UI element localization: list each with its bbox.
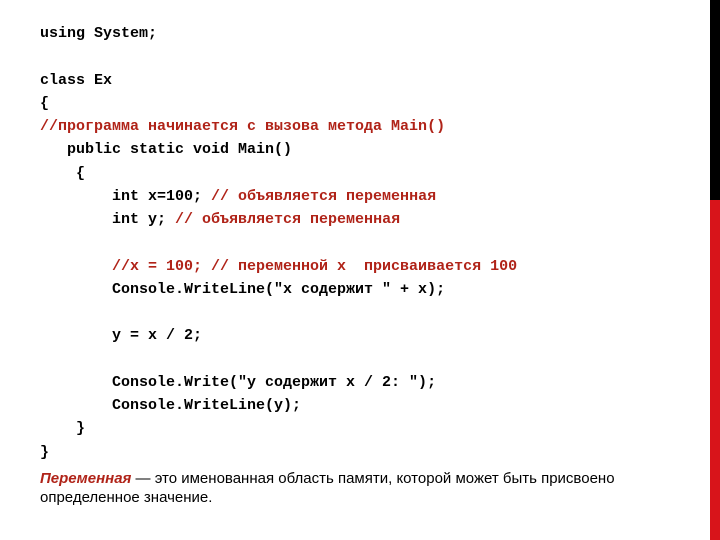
code-line: } [40,441,680,464]
code-line: y = x / 2; [40,324,680,347]
code-line: int y; // объявляется переменная [40,208,680,231]
blank-line [40,348,680,371]
code-comment: // объявляется переменная [175,211,400,228]
code-line: } [40,417,680,440]
code-line: Console.WriteLine(y); [40,394,680,417]
slide-content: using System; class Ex { //программа нач… [0,0,720,507]
definition-note: Переменная — это именованная область пам… [40,470,680,508]
accent-red [710,200,720,540]
code-line: Console.WriteLine("x содержит " + x); [40,278,680,301]
code-line: Console.Write("y содержит x / 2: "); [40,371,680,394]
code-text: int y; [40,211,175,228]
code-line: { [40,162,680,185]
blank-line [40,45,680,68]
blank-line [40,231,680,254]
code-comment: //программа начинается с вызова метода M… [40,115,680,138]
code-comment: // объявляется переменная [211,188,436,205]
code-text: int x=100; [40,188,211,205]
code-line: using System; [40,22,680,45]
code-comment: //x = 100; // переменной x присваивается… [40,255,680,278]
code-line: class Ex [40,69,680,92]
blank-line [40,301,680,324]
accent-black [710,0,720,200]
definition-term: Переменная [40,470,131,487]
code-line: int x=100; // объявляется переменная [40,185,680,208]
right-accent-bar [710,0,720,540]
code-line: public static void Main() [40,138,680,161]
code-line: { [40,92,680,115]
